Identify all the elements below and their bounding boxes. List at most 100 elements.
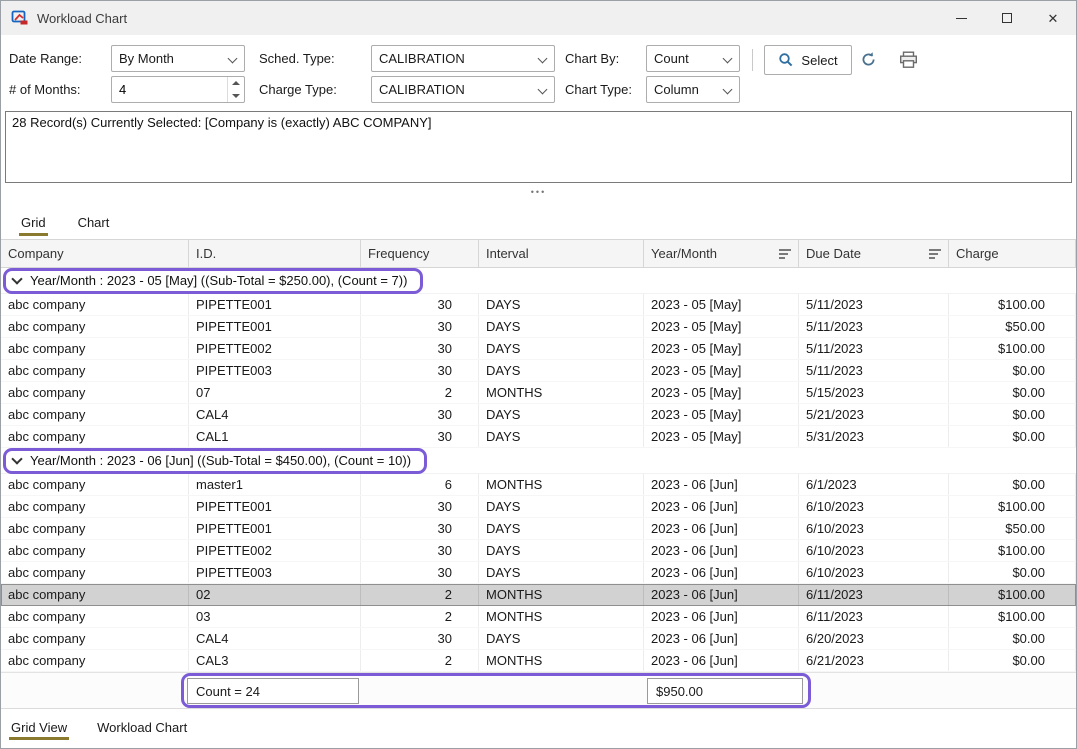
table-cell: abc company: [1, 540, 189, 561]
bottom-tabstrip: Grid View Workload Chart: [1, 708, 1076, 746]
splitter-handle[interactable]: •••: [1, 183, 1076, 201]
table-cell: PIPETTE003: [189, 360, 361, 381]
table-cell: DAYS: [479, 628, 644, 649]
table-row[interactable]: abc companyPIPETTE00130DAYS2023 - 06 [Ju…: [1, 518, 1076, 540]
table-cell: 2023 - 05 [May]: [644, 360, 799, 381]
table-cell: 2: [361, 650, 479, 671]
close-button[interactable]: ✕: [1030, 1, 1076, 35]
table-cell: DAYS: [479, 316, 644, 337]
column-header-company[interactable]: Company: [1, 240, 189, 267]
column-header-due-date[interactable]: Due Date: [799, 240, 949, 267]
table-cell: abc company: [1, 338, 189, 359]
table-cell: 30: [361, 562, 479, 583]
select-button[interactable]: Select: [764, 45, 852, 75]
table-cell: $0.00: [949, 382, 1076, 403]
date-range-dropdown[interactable]: By Month: [111, 45, 245, 72]
maximize-button[interactable]: [984, 1, 1030, 35]
sched-type-dropdown[interactable]: CALIBRATION: [371, 45, 555, 72]
table-row[interactable]: abc companyCAL430DAYS2023 - 06 [Jun]6/20…: [1, 628, 1076, 650]
group-annotation-highlight: Year/Month : 2023 - 05 [May] ((Sub-Total…: [3, 268, 423, 294]
table-row[interactable]: abc companyPIPETTE00130DAYS2023 - 05 [Ma…: [1, 294, 1076, 316]
table-cell: 2023 - 06 [Jun]: [644, 650, 799, 671]
table-row[interactable]: abc companyCAL32MONTHS2023 - 06 [Jun]6/2…: [1, 650, 1076, 672]
print-button[interactable]: [899, 51, 918, 69]
group-annotation-highlight: Year/Month : 2023 - 06 [Jun] ((Sub-Total…: [3, 448, 427, 474]
num-months-stepper[interactable]: [111, 76, 245, 103]
column-header-frequency[interactable]: Frequency: [361, 240, 479, 267]
table-cell: MONTHS: [479, 606, 644, 627]
table-cell: 6/11/2023: [799, 584, 949, 605]
table-cell: $0.00: [949, 426, 1076, 447]
table-cell: 30: [361, 496, 479, 517]
table-cell: 2023 - 05 [May]: [644, 294, 799, 315]
table-row[interactable]: abc company032MONTHS2023 - 06 [Jun]6/11/…: [1, 606, 1076, 628]
table-cell: abc company: [1, 584, 189, 605]
stepper-down-button[interactable]: [228, 90, 244, 103]
tab-chart[interactable]: Chart: [76, 206, 112, 239]
table-row[interactable]: abc companyPIPETTE00230DAYS2023 - 06 [Ju…: [1, 540, 1076, 562]
workload-chart-window: Workload Chart ✕ Date Range: By Month Sc…: [0, 0, 1077, 749]
table-cell: 6/10/2023: [799, 540, 949, 561]
num-months-input[interactable]: [112, 77, 227, 102]
table-cell: CAL4: [189, 628, 361, 649]
column-header-id[interactable]: I.D.: [189, 240, 361, 267]
table-cell: 2023 - 06 [Jun]: [644, 628, 799, 649]
table-row[interactable]: abc companyPIPETTE00130DAYS2023 - 05 [Ma…: [1, 316, 1076, 338]
date-range-label: Date Range:: [9, 45, 82, 72]
select-button-label: Select: [801, 53, 837, 68]
table-cell: MONTHS: [479, 650, 644, 671]
tab-grid-view[interactable]: Grid View: [9, 710, 69, 745]
refresh-button[interactable]: [860, 51, 877, 68]
table-row[interactable]: abc company022MONTHS2023 - 06 [Jun]6/11/…: [1, 584, 1076, 606]
chart-by-label: Chart By:: [565, 45, 619, 72]
table-cell: PIPETTE001: [189, 294, 361, 315]
titlebar: Workload Chart ✕: [1, 1, 1076, 35]
tab-workload-chart[interactable]: Workload Chart: [95, 710, 189, 745]
chart-by-value: Count: [654, 51, 689, 66]
charge-type-dropdown[interactable]: CALIBRATION: [371, 76, 555, 103]
table-cell: $100.00: [949, 496, 1076, 517]
table-row[interactable]: abc companyPIPETTE00230DAYS2023 - 05 [Ma…: [1, 338, 1076, 360]
table-row[interactable]: abc companyPIPETTE00330DAYS2023 - 06 [Ju…: [1, 562, 1076, 584]
table-cell: 03: [189, 606, 361, 627]
stepper-up-button[interactable]: [228, 77, 244, 90]
table-row[interactable]: abc companyCAL430DAYS2023 - 05 [May]5/21…: [1, 404, 1076, 426]
table-cell: 30: [361, 404, 479, 425]
table-cell: abc company: [1, 426, 189, 447]
column-header-charge[interactable]: Charge: [949, 240, 1076, 267]
table-row[interactable]: abc company072MONTHS2023 - 05 [May]5/15/…: [1, 382, 1076, 404]
group-header-row[interactable]: Year/Month : 2023 - 05 [May] ((Sub-Total…: [1, 268, 1076, 294]
table-cell: 2: [361, 382, 479, 403]
table-cell: abc company: [1, 294, 189, 315]
chart-by-dropdown[interactable]: Count: [646, 45, 740, 72]
table-cell: PIPETTE002: [189, 338, 361, 359]
table-cell: 6/10/2023: [799, 562, 949, 583]
table-cell: abc company: [1, 562, 189, 583]
table-cell: MONTHS: [479, 584, 644, 605]
minimize-button[interactable]: [938, 1, 984, 35]
table-cell: 5/21/2023: [799, 404, 949, 425]
table-row[interactable]: abc companymaster16MONTHS2023 - 06 [Jun]…: [1, 474, 1076, 496]
table-cell: 2: [361, 606, 479, 627]
chart-type-dropdown[interactable]: Column: [646, 76, 740, 103]
column-header-year-month[interactable]: Year/Month: [644, 240, 799, 267]
collapse-chevron-icon[interactable]: [11, 273, 22, 284]
close-icon: ✕: [1048, 12, 1059, 25]
table-row[interactable]: abc companyPIPETTE00130DAYS2023 - 06 [Ju…: [1, 496, 1076, 518]
group-header-row[interactable]: Year/Month : 2023 - 06 [Jun] ((Sub-Total…: [1, 448, 1076, 474]
collapse-chevron-icon[interactable]: [11, 453, 22, 464]
grid-header: Company I.D. Frequency Interval Year/Mon…: [1, 239, 1076, 268]
table-row[interactable]: abc companyPIPETTE00330DAYS2023 - 05 [Ma…: [1, 360, 1076, 382]
table-cell: 5/31/2023: [799, 426, 949, 447]
table-row[interactable]: abc companyCAL130DAYS2023 - 05 [May]5/31…: [1, 426, 1076, 448]
chevron-down-icon: [723, 85, 733, 95]
table-cell: $0.00: [949, 562, 1076, 583]
table-cell: 2023 - 06 [Jun]: [644, 540, 799, 561]
tab-grid[interactable]: Grid: [19, 206, 48, 239]
table-cell: 2023 - 06 [Jun]: [644, 584, 799, 605]
table-cell: PIPETTE001: [189, 518, 361, 539]
column-header-interval[interactable]: Interval: [479, 240, 644, 267]
search-icon: [778, 52, 794, 68]
printer-icon: [899, 51, 918, 69]
table-cell: abc company: [1, 650, 189, 671]
